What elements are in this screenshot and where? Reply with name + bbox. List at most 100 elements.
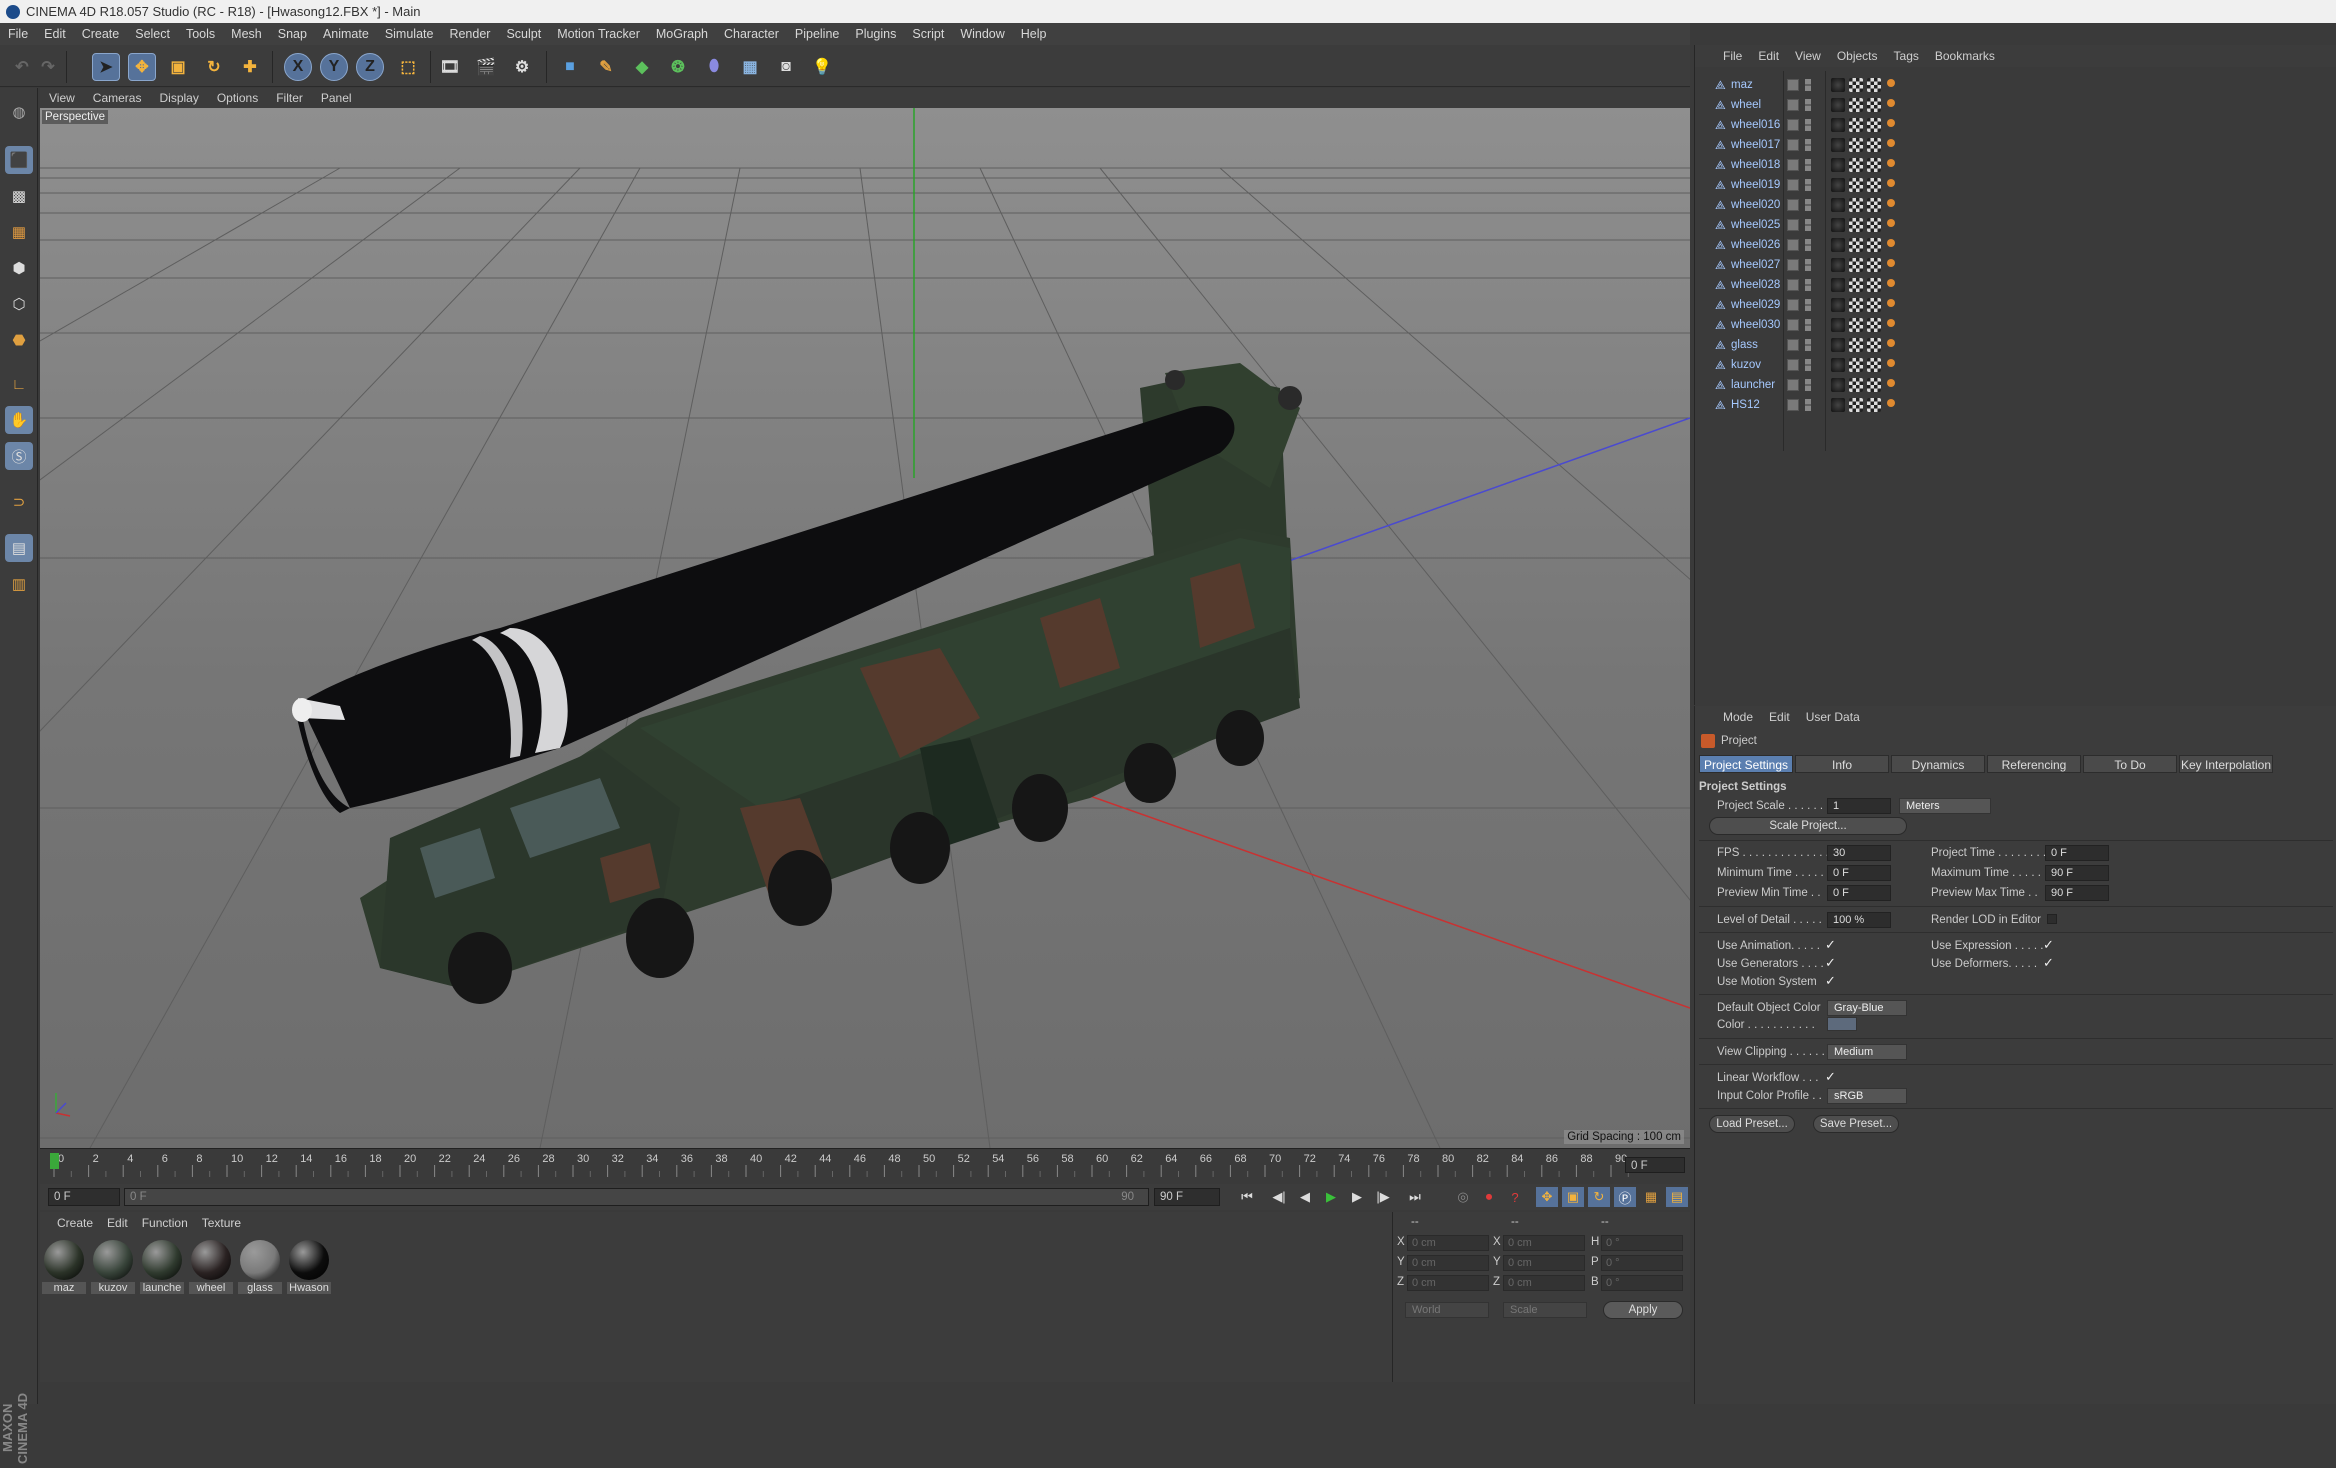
- preview-min-field[interactable]: 0 F: [1827, 885, 1891, 901]
- viewport-menu-panel[interactable]: Panel: [312, 91, 361, 105]
- visibility-dots[interactable]: [1805, 199, 1811, 211]
- coord-value-field[interactable]: 0 cm: [1407, 1255, 1489, 1271]
- texture-tag-icon[interactable]: [1849, 338, 1863, 352]
- object-name[interactable]: wheel026: [1731, 239, 1780, 251]
- texture-mode-icon[interactable]: ▩: [5, 182, 33, 210]
- texture-tag-icon[interactable]: [1849, 378, 1863, 392]
- save-preset-button[interactable]: Save Preset...: [1813, 1115, 1899, 1133]
- make-editable-icon[interactable]: ◍: [5, 98, 33, 126]
- coord-value-field[interactable]: 0 °: [1601, 1255, 1683, 1271]
- preview-range-slider[interactable]: 0 F 90: [124, 1188, 1149, 1206]
- uvw-tag-icon[interactable]: [1867, 358, 1881, 372]
- object-layer-checkbox[interactable]: [1787, 219, 1799, 231]
- object-menu-view[interactable]: View: [1787, 49, 1829, 63]
- array-icon[interactable]: ❂: [664, 53, 692, 81]
- object-menu-tags[interactable]: Tags: [1886, 49, 1927, 63]
- key-scale-icon[interactable]: ▣: [1562, 1187, 1584, 1207]
- menu-file[interactable]: File: [0, 27, 36, 41]
- object-name[interactable]: wheel025: [1731, 219, 1780, 231]
- attribute-menu-user-data[interactable]: User Data: [1798, 710, 1868, 724]
- object-menu-bookmarks[interactable]: Bookmarks: [1927, 49, 2003, 63]
- view-clipping-dropdown[interactable]: Medium: [1827, 1044, 1907, 1060]
- material-swatch[interactable]: kuzov: [91, 1238, 135, 1300]
- selection-tag-icon[interactable]: [1887, 179, 1895, 187]
- texture-tag-icon[interactable]: [1849, 398, 1863, 412]
- visibility-dots[interactable]: [1805, 339, 1811, 351]
- render-picture-viewer-icon[interactable]: 🎬: [472, 53, 500, 81]
- object-layer-checkbox[interactable]: [1787, 339, 1799, 351]
- selection-tag-icon[interactable]: [1887, 99, 1895, 107]
- viewport-menu-filter[interactable]: Filter: [267, 91, 312, 105]
- viewport-menu-view[interactable]: View: [40, 91, 84, 105]
- magnet-icon[interactable]: ⊃: [5, 488, 33, 516]
- selection-tag-icon[interactable]: [1887, 259, 1895, 267]
- perspective-viewport[interactable]: Perspective Grid Spacing : 100 cm: [40, 108, 1690, 1148]
- coord-value-field[interactable]: 0 °: [1601, 1235, 1683, 1251]
- floor-icon[interactable]: ▦: [736, 53, 764, 81]
- object-row[interactable]: ⟁ wheel030: [1695, 315, 2336, 335]
- object-row[interactable]: ⟁ wheel029: [1695, 295, 2336, 315]
- menu-pipeline[interactable]: Pipeline: [787, 27, 847, 41]
- selection-tag-icon[interactable]: [1887, 279, 1895, 287]
- visibility-dots[interactable]: [1805, 399, 1811, 411]
- object-layer-checkbox[interactable]: [1787, 359, 1799, 371]
- uvw-tag-icon[interactable]: [1867, 198, 1881, 212]
- object-name[interactable]: wheel028: [1731, 279, 1780, 291]
- visibility-dots[interactable]: [1805, 159, 1811, 171]
- tab-project-settings[interactable]: Project Settings: [1699, 755, 1793, 773]
- object-name[interactable]: kuzov: [1731, 359, 1761, 371]
- uvw-tag-icon[interactable]: [1867, 378, 1881, 392]
- object-layer-checkbox[interactable]: [1787, 399, 1799, 411]
- selection-tag-icon[interactable]: [1887, 399, 1895, 407]
- visibility-dots[interactable]: [1805, 359, 1811, 371]
- texture-tag-icon[interactable]: [1849, 298, 1863, 312]
- object-row[interactable]: ⟁ wheel020: [1695, 195, 2336, 215]
- uvw-tag-icon[interactable]: [1867, 78, 1881, 92]
- selection-tag-icon[interactable]: [1887, 339, 1895, 347]
- goto-end-icon[interactable]: ⏭: [1404, 1187, 1426, 1207]
- object-row[interactable]: ⟁ wheel: [1695, 95, 2336, 115]
- texture-tag-icon[interactable]: [1849, 238, 1863, 252]
- viewport-menu-display[interactable]: Display: [150, 91, 207, 105]
- phong-tag-icon[interactable]: [1831, 178, 1845, 192]
- visibility-dots[interactable]: [1805, 299, 1811, 311]
- z-axis-icon[interactable]: Z: [356, 53, 384, 81]
- object-name[interactable]: HS12: [1731, 399, 1760, 411]
- min-time-field[interactable]: 0 F: [1827, 865, 1891, 881]
- menu-window[interactable]: Window: [952, 27, 1012, 41]
- use-motion-checkbox[interactable]: ✓: [1825, 973, 1836, 989]
- prev-frame-icon[interactable]: ◀: [1294, 1187, 1316, 1207]
- texture-tag-icon[interactable]: [1849, 218, 1863, 232]
- phong-tag-icon[interactable]: [1831, 158, 1845, 172]
- menu-character[interactable]: Character: [716, 27, 787, 41]
- visibility-dots[interactable]: [1805, 99, 1811, 111]
- uvw-tag-icon[interactable]: [1867, 318, 1881, 332]
- phong-tag-icon[interactable]: [1831, 78, 1845, 92]
- menu-tools[interactable]: Tools: [178, 27, 223, 41]
- material-swatch[interactable]: glass: [238, 1238, 282, 1300]
- menu-create[interactable]: Create: [74, 27, 128, 41]
- object-layer-checkbox[interactable]: [1787, 299, 1799, 311]
- material-menu-function[interactable]: Function: [135, 1216, 195, 1230]
- pen-icon[interactable]: ✎: [592, 53, 620, 81]
- menu-select[interactable]: Select: [127, 27, 178, 41]
- phong-tag-icon[interactable]: [1831, 318, 1845, 332]
- object-layer-checkbox[interactable]: [1787, 199, 1799, 211]
- uvw-tag-icon[interactable]: [1867, 118, 1881, 132]
- project-scale-field[interactable]: 1: [1827, 798, 1891, 814]
- camera-icon[interactable]: ◙: [772, 53, 800, 81]
- uvw-tag-icon[interactable]: [1867, 398, 1881, 412]
- phong-tag-icon[interactable]: [1831, 118, 1845, 132]
- end-frame-field[interactable]: 90 F: [1154, 1188, 1220, 1206]
- object-layer-checkbox[interactable]: [1787, 279, 1799, 291]
- object-name[interactable]: wheel018: [1731, 159, 1780, 171]
- material-swatch[interactable]: launche: [140, 1238, 184, 1300]
- phong-tag-icon[interactable]: [1831, 338, 1845, 352]
- attribute-menu-mode[interactable]: Mode: [1715, 710, 1761, 724]
- default-color-dropdown[interactable]: Gray-Blue: [1827, 1000, 1907, 1016]
- timeline-window-icon[interactable]: ▤: [1666, 1187, 1688, 1207]
- coord-value-field[interactable]: 0 cm: [1503, 1235, 1585, 1251]
- object-row[interactable]: ⟁ wheel019: [1695, 175, 2336, 195]
- coordinate-system-icon[interactable]: ⬚: [394, 53, 422, 81]
- texture-tag-icon[interactable]: [1849, 358, 1863, 372]
